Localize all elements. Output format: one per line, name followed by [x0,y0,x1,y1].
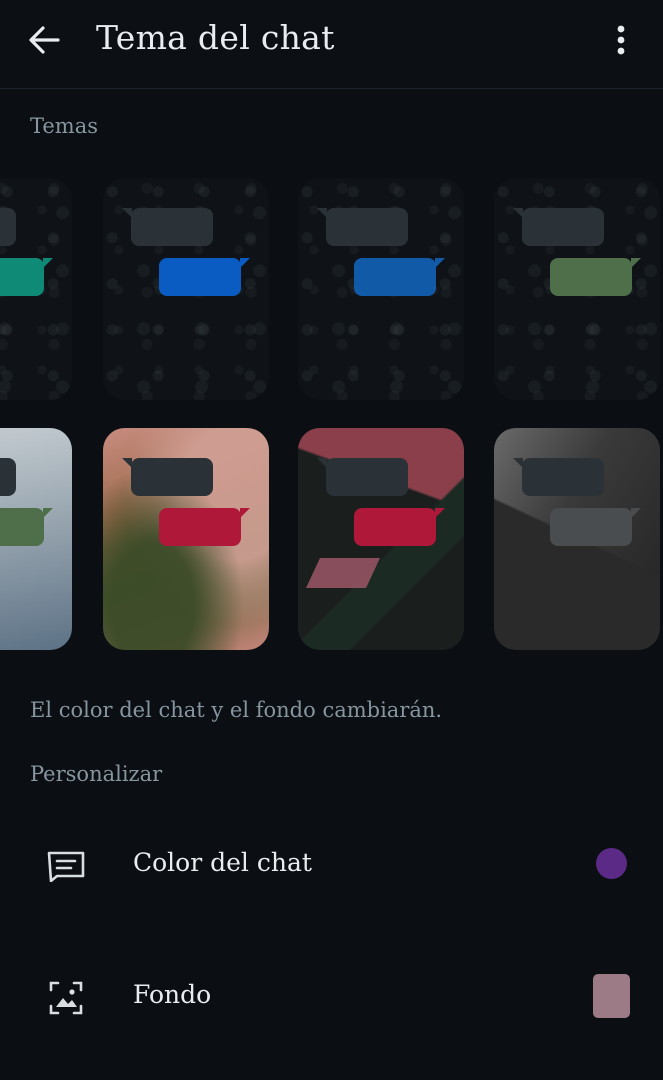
incoming-bubble-preview [317,208,408,246]
outgoing-bubble-preview [354,508,445,546]
wallpaper-option[interactable]: Fondo [0,942,663,1052]
incoming-bubble-preview [513,458,604,496]
theme-card[interactable] [298,428,464,650]
incoming-bubble-preview [0,458,16,496]
theme-card[interactable] [103,428,269,650]
themes-section-label: Temas [30,114,99,138]
incoming-bubble-preview [317,458,408,496]
theme-card[interactable] [494,428,660,650]
theme-row-photo [0,428,663,650]
outgoing-bubble-preview [159,508,250,546]
customize-section-label: Personalizar [30,762,163,786]
incoming-bubble-preview [122,458,213,496]
chat-color-icon [44,846,88,886]
outgoing-bubble-preview [0,508,53,546]
incoming-bubble-preview [0,208,16,246]
page-title: Tema del chat [96,18,335,57]
more-options-button[interactable] [599,18,643,62]
chat-color-swatch [596,848,627,879]
outgoing-bubble-preview [354,258,445,296]
theme-row-dark [0,178,663,400]
chat-color-label: Color del chat [133,848,312,877]
arrow-left-icon [29,26,60,54]
theme-card[interactable] [0,178,72,400]
outgoing-bubble-preview [550,508,641,546]
outgoing-bubble-preview [550,258,641,296]
theme-card[interactable] [103,178,269,400]
theme-card[interactable] [0,428,72,650]
wallpaper-icon [44,978,88,1018]
app-bar: Tema del chat [0,0,663,89]
wallpaper-swatch [593,974,630,1018]
incoming-bubble-preview [122,208,213,246]
incoming-bubble-preview [513,208,604,246]
wallpaper-label: Fondo [133,980,212,1009]
theme-card[interactable] [298,178,464,400]
outgoing-bubble-preview [0,258,53,296]
chat-color-option[interactable]: Color del chat [0,810,663,920]
theme-card[interactable] [494,178,660,400]
themes-hint-text: El color del chat y el fondo cambiarán. [30,698,443,722]
back-button[interactable] [22,20,66,60]
outgoing-bubble-preview [159,258,250,296]
wallpaper-detail [306,558,380,588]
more-vertical-icon [617,25,625,55]
